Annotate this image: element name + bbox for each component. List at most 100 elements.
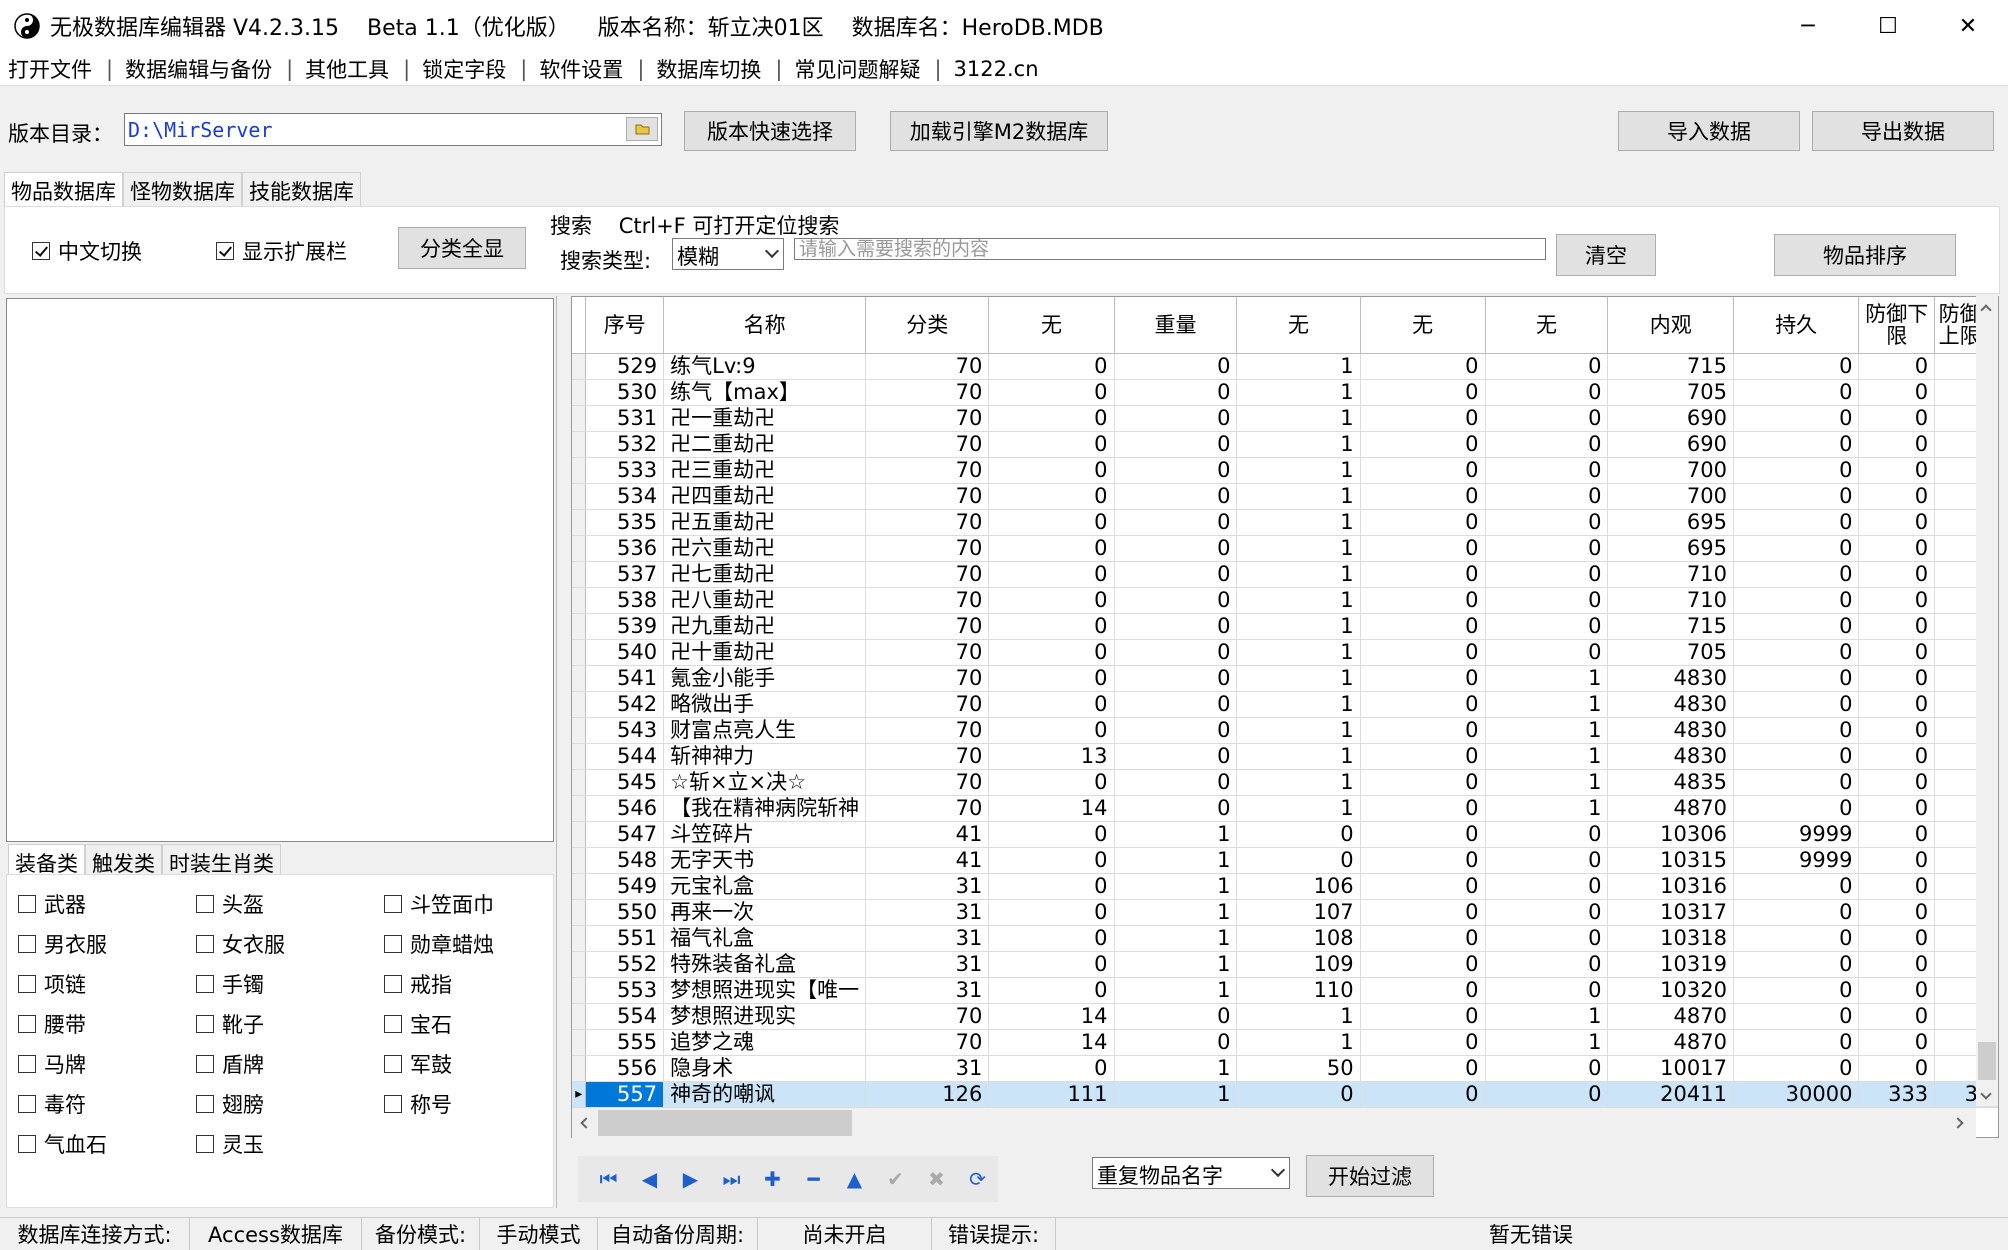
cell-value[interactable]: 70: [865, 587, 990, 614]
cell-value[interactable]: 0: [1733, 405, 1860, 432]
cell-value[interactable]: 0: [1485, 405, 1609, 432]
menu-data-edit-backup[interactable]: 数据编辑与备份: [117, 54, 282, 84]
scroll-left-icon[interactable]: [580, 1117, 592, 1129]
cell-value[interactable]: 70: [865, 613, 990, 640]
cell-value[interactable]: 107: [1236, 899, 1361, 926]
category-checkbox[interactable]: 项链: [18, 969, 86, 999]
cell-value[interactable]: 111: [988, 1081, 1115, 1108]
cell-value[interactable]: 0: [1114, 353, 1238, 380]
browse-folder-button[interactable]: [626, 117, 658, 141]
cell-value[interactable]: 0: [1858, 509, 1936, 536]
cell-value[interactable]: 70: [865, 717, 990, 744]
cell-value[interactable]: 0: [1733, 587, 1860, 614]
import-data-button[interactable]: 导入数据: [1618, 111, 1800, 151]
cell-seq[interactable]: 550: [585, 899, 665, 926]
cell-seq[interactable]: 554: [585, 1003, 665, 1030]
search-type-select[interactable]: 模糊: [672, 238, 784, 270]
cell-value[interactable]: 0: [988, 561, 1115, 588]
cell-value[interactable]: 0: [1360, 977, 1486, 1004]
cell-value[interactable]: 70: [865, 665, 990, 692]
cell-value[interactable]: 0: [988, 821, 1115, 848]
cell-value[interactable]: 0: [1360, 821, 1486, 848]
cell-seq[interactable]: 542: [585, 691, 665, 718]
cell-name[interactable]: 斩神神力: [663, 743, 867, 770]
cell-value[interactable]: 0: [1858, 665, 1936, 692]
cell-value[interactable]: 70: [865, 483, 990, 510]
cell-value[interactable]: 1: [1236, 795, 1361, 822]
cell-value[interactable]: 1: [1485, 1003, 1609, 1030]
cell-seq[interactable]: 551: [585, 925, 665, 952]
cell-value[interactable]: 0: [1858, 587, 1936, 614]
menu-settings[interactable]: 软件设置: [531, 54, 633, 84]
cell-value[interactable]: 0: [1858, 535, 1936, 562]
cell-value[interactable]: 0: [1360, 431, 1486, 458]
cell-value[interactable]: 10319: [1607, 951, 1734, 978]
vertical-scrollbar[interactable]: [1976, 296, 1998, 1106]
cell-value[interactable]: 0: [1360, 847, 1486, 874]
cell-value[interactable]: 333: [1858, 1081, 1936, 1108]
category-checkbox[interactable]: 男衣服: [18, 929, 107, 959]
cell-value[interactable]: 0: [1733, 1003, 1860, 1030]
table-row[interactable]: 538 卍八重劫卍 70 0 0 1 0 0 710 0 0: [572, 587, 1998, 614]
cell-seq[interactable]: 547: [585, 821, 665, 848]
tab-skill-db[interactable]: 技能数据库: [242, 172, 361, 209]
cell-value[interactable]: 0: [1360, 1055, 1486, 1082]
table-row[interactable]: 535 卍五重劫卍 70 0 0 1 0 0 695 0 0: [572, 509, 1998, 536]
menu-db-switch[interactable]: 数据库切换: [648, 54, 771, 84]
cell-value[interactable]: 0: [1485, 847, 1609, 874]
cell-value[interactable]: 0: [1485, 613, 1609, 640]
menu-website[interactable]: 3122.cn: [946, 57, 1049, 81]
cell-value[interactable]: 1: [1236, 561, 1361, 588]
cell-value[interactable]: 0: [1858, 379, 1936, 406]
search-input[interactable]: 请输入需要搜索的内容: [794, 238, 1546, 260]
tab-monster-db[interactable]: 怪物数据库: [123, 172, 242, 209]
cell-value[interactable]: 0: [1858, 873, 1936, 900]
cell-value[interactable]: 0: [1858, 769, 1936, 796]
table-row[interactable]: 548 无字天书 41 0 1 0 0 0 10315 9999 0: [572, 847, 1998, 874]
menu-open-file[interactable]: 打开文件: [0, 54, 102, 84]
delete-record-icon[interactable]: ━: [793, 1164, 834, 1194]
category-checkbox[interactable]: 腰带: [18, 1009, 86, 1039]
cell-value[interactable]: 0: [1360, 457, 1486, 484]
maximize-button[interactable]: ☐: [1848, 0, 1928, 52]
cell-value[interactable]: 1: [1485, 717, 1609, 744]
cell-value[interactable]: 1: [1236, 457, 1361, 484]
column-header[interactable]: 无: [1236, 297, 1361, 354]
cell-value[interactable]: 1: [1236, 769, 1361, 796]
column-header[interactable]: 防御下限: [1858, 297, 1936, 354]
category-checkbox[interactable]: 马牌: [18, 1049, 86, 1079]
menu-other-tools[interactable]: 其他工具: [297, 54, 399, 84]
cell-value[interactable]: 0: [1858, 977, 1936, 1004]
cell-value[interactable]: 0: [1733, 561, 1860, 588]
export-data-button[interactable]: 导出数据: [1812, 111, 1994, 151]
cell-value[interactable]: 10317: [1607, 899, 1734, 926]
category-checkbox[interactable]: 灵玉: [196, 1129, 264, 1159]
cell-value[interactable]: 14: [988, 1029, 1115, 1056]
cell-value[interactable]: 4830: [1607, 665, 1734, 692]
cell-value[interactable]: 70: [865, 769, 990, 796]
cell-value[interactable]: 30000: [1733, 1081, 1860, 1108]
cell-value[interactable]: 0: [1858, 847, 1936, 874]
cell-name[interactable]: 练气【max】: [663, 379, 867, 406]
minimize-button[interactable]: ─: [1768, 0, 1848, 52]
cell-value[interactable]: 1: [1485, 1029, 1609, 1056]
category-checkbox[interactable]: 毒符: [18, 1089, 86, 1119]
cell-value[interactable]: 0: [1360, 379, 1486, 406]
cell-seq[interactable]: 539: [585, 613, 665, 640]
cell-name[interactable]: 特殊装备礼盒: [663, 951, 867, 978]
cell-value[interactable]: 0: [988, 717, 1115, 744]
table-row[interactable]: 529 练气Lv:9 70 0 0 1 0 0 715 0 0: [572, 353, 1998, 380]
cell-value[interactable]: 0: [1485, 431, 1609, 458]
dir-path-field[interactable]: D:\MirServer: [124, 113, 662, 146]
cell-value[interactable]: 0: [1114, 691, 1238, 718]
cell-value[interactable]: 1: [1236, 613, 1361, 640]
cell-seq[interactable]: 532: [585, 431, 665, 458]
cell-value[interactable]: 0: [988, 509, 1115, 536]
category-checkbox[interactable]: 气血石: [18, 1129, 107, 1159]
cell-value[interactable]: 0: [1485, 977, 1609, 1004]
last-record-icon[interactable]: ⏭: [711, 1164, 752, 1194]
cell-seq[interactable]: 556: [585, 1055, 665, 1082]
cell-value[interactable]: 0: [1360, 1003, 1486, 1030]
cell-value[interactable]: 1: [1236, 743, 1361, 770]
cell-value[interactable]: 0: [1114, 379, 1238, 406]
